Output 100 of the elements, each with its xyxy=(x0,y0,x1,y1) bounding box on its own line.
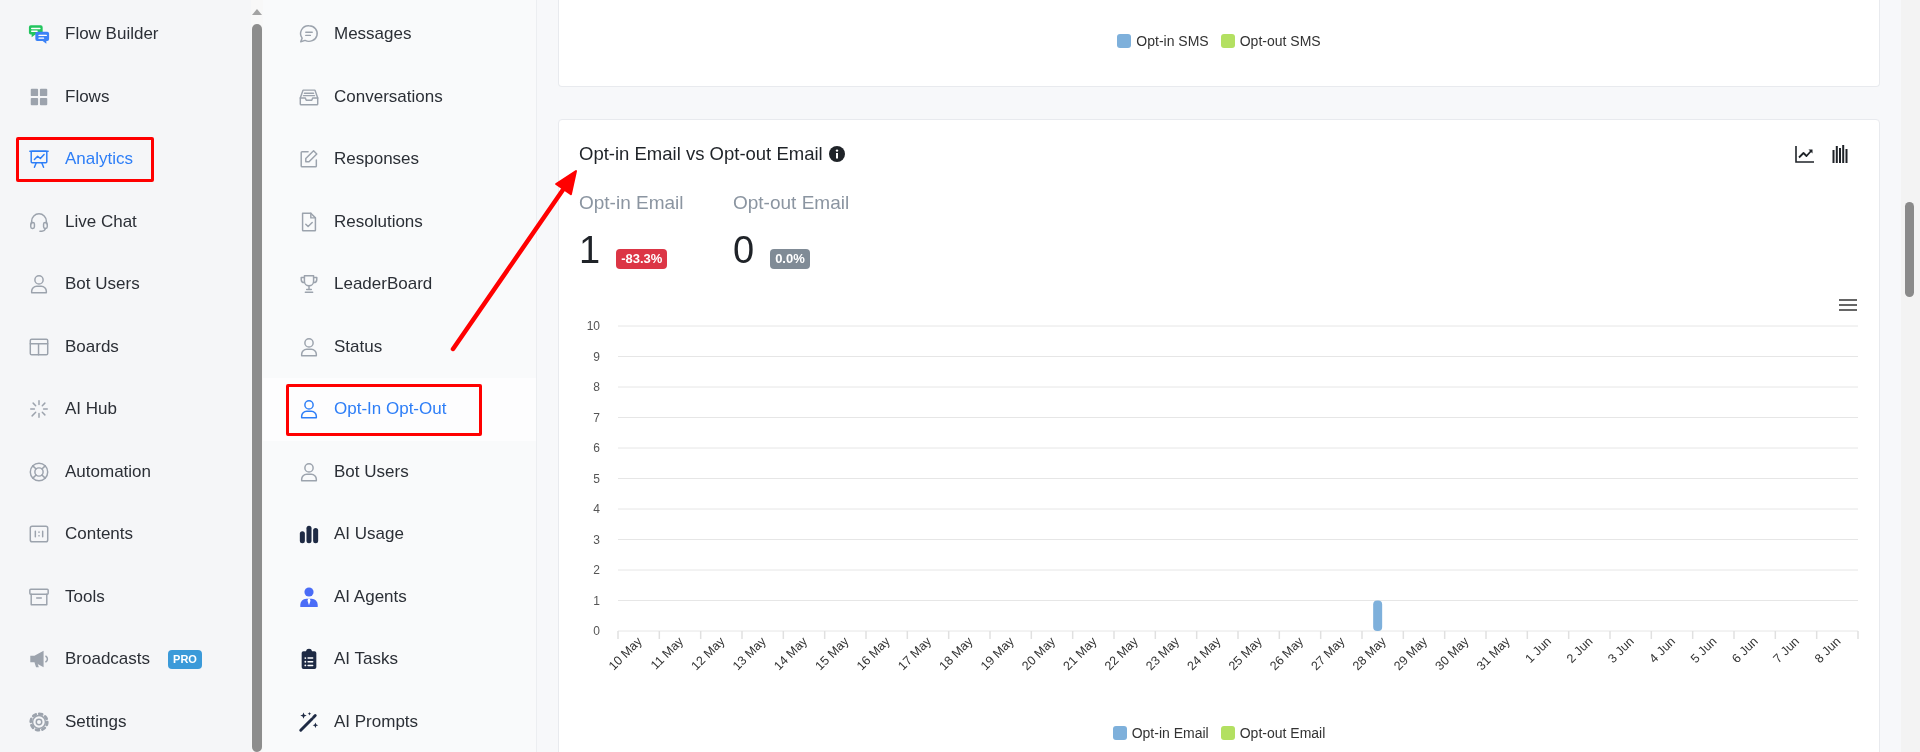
y-axis-label: 2 xyxy=(593,563,600,577)
nav-item[interactable]: Status xyxy=(263,315,536,378)
lifebuoy-icon xyxy=(28,460,50,483)
x-axis-label: 17 May xyxy=(895,634,935,674)
x-axis-label: 23 May xyxy=(1143,634,1183,674)
nav-item[interactable]: Opt-In Opt-Out xyxy=(263,378,536,441)
user-icon xyxy=(298,398,320,421)
stat-label: Opt-out Email xyxy=(733,191,851,215)
x-axis-label: 1 Jun xyxy=(1522,634,1555,666)
x-axis-label: 6 Jun xyxy=(1729,634,1761,666)
x-axis-label: 27 May xyxy=(1308,634,1348,674)
x-axis-label: 24 May xyxy=(1184,634,1224,674)
user-icon xyxy=(298,460,320,483)
nav-item[interactable]: Messages xyxy=(263,3,536,66)
x-axis-label: 10 May xyxy=(605,634,645,674)
legend-label[interactable]: Opt-in SMS xyxy=(1136,33,1209,49)
y-axis-label: 1 xyxy=(593,593,600,608)
y-axis-label: 3 xyxy=(593,532,600,547)
gear-icon xyxy=(28,710,50,733)
x-axis-label: 7 Jun xyxy=(1770,634,1803,666)
stat-value: 0 xyxy=(733,228,755,272)
stat-label: Opt-in Email xyxy=(579,191,685,215)
nav-item[interactable]: AI Prompts xyxy=(263,690,536,752)
x-axis-label: 4 Jun xyxy=(1646,634,1679,666)
headset-icon xyxy=(28,210,50,233)
x-axis-label: 13 May xyxy=(729,634,769,674)
magic-wand-icon xyxy=(298,710,320,733)
pro-badge: PRO xyxy=(168,649,202,669)
legend-label[interactable]: Opt-out SMS xyxy=(1239,33,1321,49)
user-icon xyxy=(298,335,320,358)
nav-item[interactable]: Flows xyxy=(0,65,251,128)
x-axis-label: 16 May xyxy=(853,634,893,674)
legend-label[interactable]: Opt-out Email xyxy=(1239,725,1326,741)
scrollbar-thumb[interactable] xyxy=(252,24,262,752)
nav-item[interactable]: AI Tasks xyxy=(263,628,536,691)
sparkle-rays-icon xyxy=(28,398,50,421)
scrollbar-thumb[interactable] xyxy=(1905,202,1914,297)
user-icon xyxy=(28,273,50,296)
legend-label[interactable]: Opt-in Email xyxy=(1131,725,1209,741)
y-axis-label: 0 xyxy=(593,624,600,638)
x-axis-label: 25 May xyxy=(1225,634,1265,674)
x-axis-label: 11 May xyxy=(647,634,687,673)
nav-item[interactable]: AI Agents xyxy=(263,565,536,628)
chart-bar xyxy=(1373,600,1383,631)
nav-item[interactable]: Broadcasts PRO xyxy=(0,628,251,691)
y-axis-label: 7 xyxy=(593,410,600,425)
x-axis-label: 8 Jun xyxy=(1811,634,1844,666)
x-axis-label: 30 May xyxy=(1432,634,1472,674)
info-icon[interactable] xyxy=(828,146,845,162)
x-axis-label: 20 May xyxy=(1019,634,1059,674)
nav-item[interactable]: Contents xyxy=(0,503,251,566)
x-axis-label: 18 May xyxy=(936,634,976,674)
nav-item[interactable]: Analytics xyxy=(0,128,251,191)
nav-item[interactable]: Bot Users xyxy=(0,253,251,316)
stat-value: 1 xyxy=(579,228,601,272)
x-axis-label: 28 May xyxy=(1349,634,1389,674)
nav-item[interactable]: AI Usage xyxy=(263,503,536,566)
ratio-frame-icon xyxy=(28,523,50,546)
x-axis-label: 3 Jun xyxy=(1605,634,1637,666)
card-title: Opt-in Email vs Opt-out Email xyxy=(579,142,823,166)
nav-item[interactable]: Bot Users xyxy=(263,440,536,503)
x-axis-label: 29 May xyxy=(1391,634,1431,674)
y-axis-label: 8 xyxy=(593,380,600,394)
x-axis-label: 14 May xyxy=(771,634,811,674)
y-axis-label: 10 xyxy=(586,319,600,333)
x-axis-label: 22 May xyxy=(1101,634,1141,674)
y-axis-label: 9 xyxy=(593,349,600,364)
archive-box-icon xyxy=(28,585,50,608)
edit-square-icon xyxy=(298,148,320,171)
x-axis-label: 12 May xyxy=(688,634,728,674)
x-axis-label: 2 Jun xyxy=(1563,634,1596,666)
y-axis-label: 6 xyxy=(593,441,600,455)
bar-chart-icon xyxy=(298,523,320,546)
x-axis-label: 26 May xyxy=(1267,634,1307,674)
columns-layout-icon xyxy=(28,335,50,358)
line-chart-icon[interactable] xyxy=(1795,145,1815,163)
nav-item[interactable]: Tools xyxy=(0,565,251,628)
trophy-icon xyxy=(298,273,320,296)
nav-item[interactable]: LeaderBoard xyxy=(263,253,536,316)
nav-item[interactable]: Responses xyxy=(263,128,536,191)
person-with-tie-icon xyxy=(298,585,320,608)
x-axis-label: 21 May xyxy=(1060,634,1100,674)
nav-item[interactable]: Live Chat xyxy=(0,190,251,253)
nav-item[interactable]: Boards xyxy=(0,315,251,378)
nav-item[interactable]: Resolutions xyxy=(263,190,536,253)
change-badge: -83.3% xyxy=(616,249,668,269)
chat-bubbles-icon xyxy=(28,23,50,46)
x-axis-label: 31 May xyxy=(1473,634,1513,674)
presentation-chart-icon xyxy=(28,148,50,171)
x-axis-label: 19 May xyxy=(977,634,1017,674)
nav-item[interactable]: Conversations xyxy=(263,65,536,128)
x-axis-label: 5 Jun xyxy=(1687,634,1720,666)
nav-item[interactable]: Flow Builder xyxy=(0,3,251,66)
y-axis-label: 5 xyxy=(593,471,600,486)
menu-icon[interactable] xyxy=(1839,299,1857,311)
nav-item[interactable]: Settings xyxy=(0,690,251,752)
bar-chart-icon[interactable] xyxy=(1832,145,1848,163)
x-axis-label: 15 May xyxy=(812,634,852,674)
nav-item[interactable]: AI Hub xyxy=(0,378,251,441)
nav-item[interactable]: Automation xyxy=(0,440,251,503)
